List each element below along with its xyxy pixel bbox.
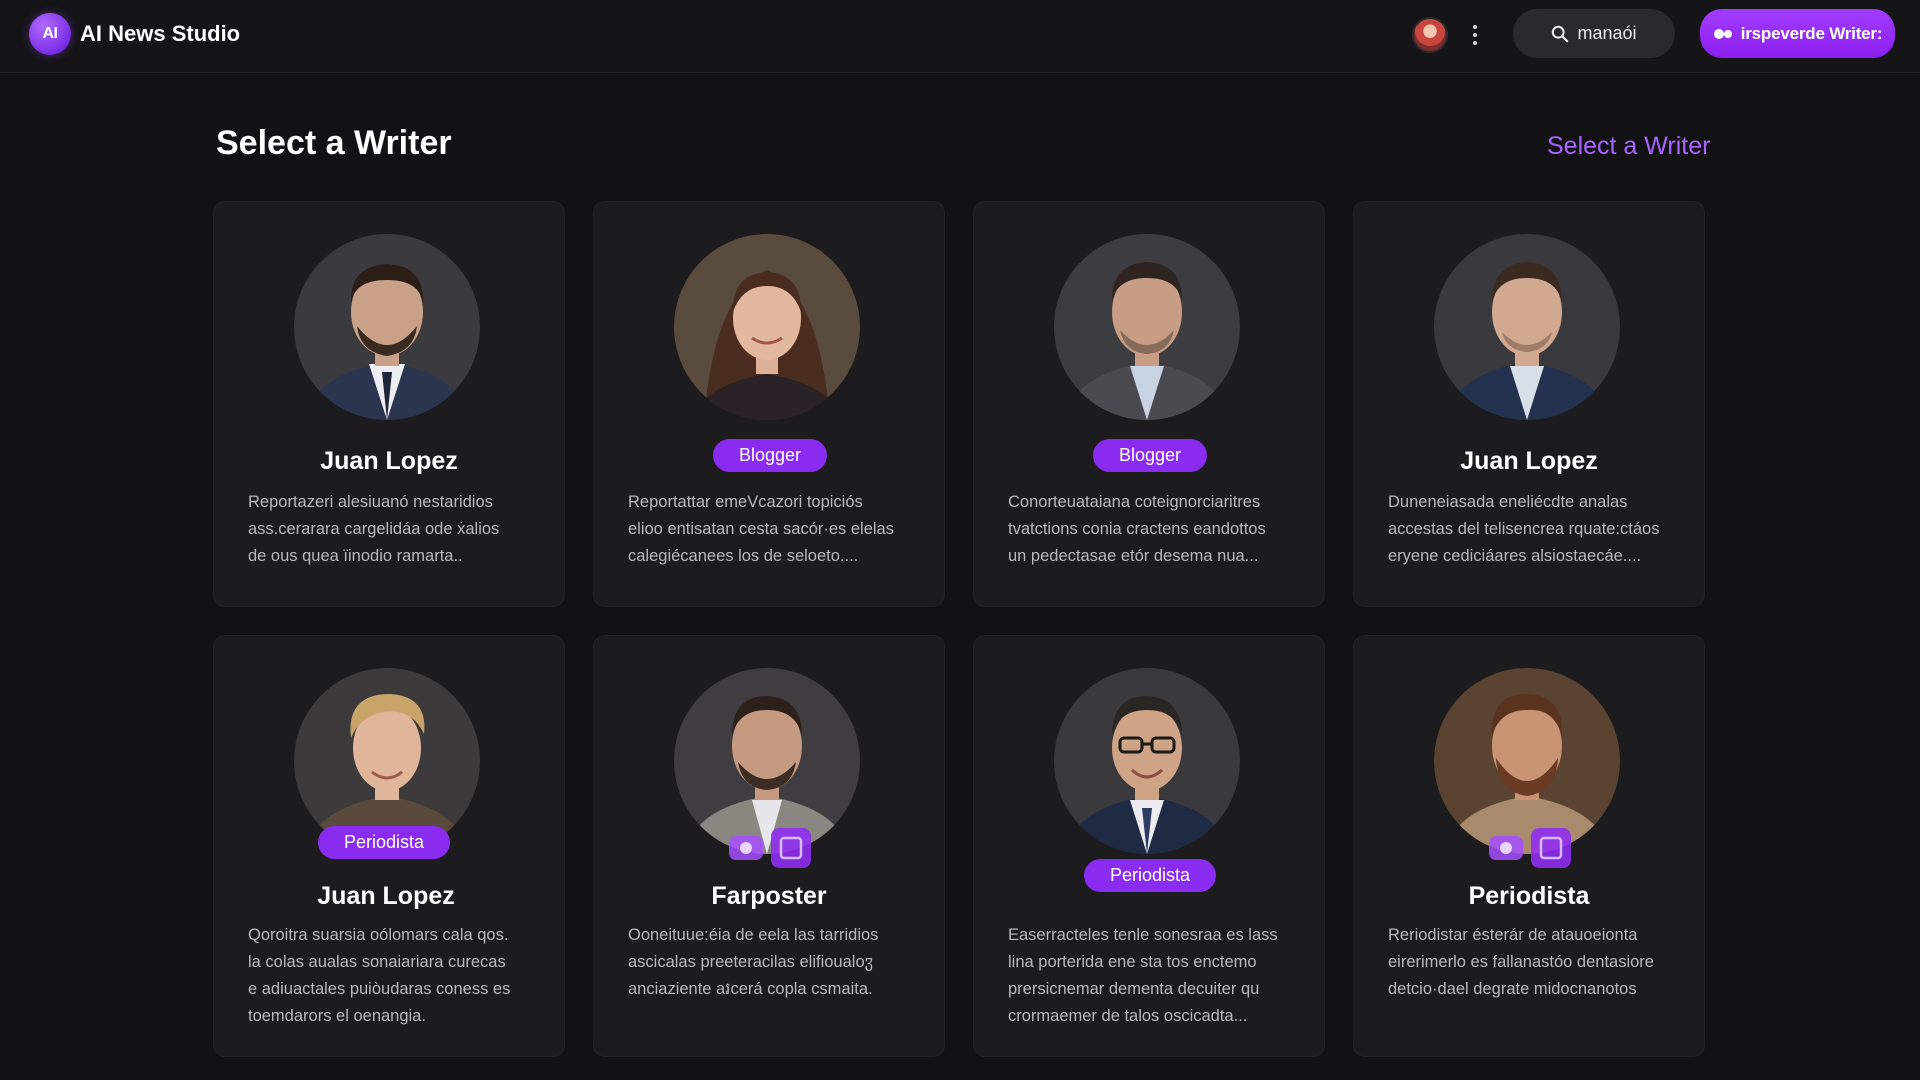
- writer-description: Easerracteles tenle sonesraa es lass lina…: [1008, 926, 1278, 1025]
- writer-role-badge: Blogger: [712, 439, 828, 472]
- writer-photo: [1054, 234, 1240, 420]
- media-icon: [729, 828, 811, 868]
- writer-description: Duneneiasada eneliécdte analas accestas d…: [1388, 493, 1660, 565]
- search-icon: [1552, 25, 1569, 42]
- writer-card[interactable]: Juan Lopez Duneneiasada eneliécdte anala…: [1353, 201, 1705, 607]
- writer-photo: [294, 234, 480, 420]
- brand[interactable]: AI AI News Studio: [29, 13, 240, 55]
- cta-button[interactable]: irspeverde Writer:: [1700, 9, 1895, 58]
- writer-card[interactable]: Blogger Conorteuataiana coteignorciaritr…: [973, 201, 1325, 607]
- writer-description: Conorteuataiana coteignorciaritres tvatct…: [1008, 493, 1266, 565]
- writer-card[interactable]: Farposter Ooneituue:éia de eela las tarr…: [593, 635, 945, 1057]
- search-button[interactable]: manaói: [1513, 9, 1675, 58]
- writer-card[interactable]: Blogger Reportattar emeVcazori topiciós e…: [593, 201, 945, 607]
- search-label: manaói: [1577, 23, 1637, 43]
- media-icon: [1489, 828, 1571, 868]
- writer-card[interactable]: Periodista Juan Lopez Qoroitra suarsia o…: [213, 635, 565, 1057]
- writer-description: Reportazeri alesiuanó nestaridios ass.cer…: [248, 493, 500, 565]
- writer-name: Juan Lopez: [320, 447, 458, 475]
- select-writer-link[interactable]: Select a Writer: [1547, 132, 1710, 161]
- writer-photo: [674, 234, 860, 420]
- cta-label: irspeverde Writer:: [1740, 23, 1883, 43]
- writer-photo: [1054, 668, 1240, 854]
- writer-grid: Juan Lopez Reportazeri alesiuanó nestari…: [213, 201, 1708, 1057]
- writer-name: Juan Lopez: [317, 882, 455, 910]
- writer-name: Farposter: [711, 882, 827, 910]
- writer-description: Reportattar emeVcazori topiciós elioo ent…: [628, 493, 894, 565]
- writer-role-badge: Blogger: [1092, 439, 1208, 472]
- writer-role-badge: Periodista: [317, 826, 451, 859]
- page-title: Select a Writer: [216, 124, 452, 162]
- writer-icon: [1713, 28, 1732, 39]
- app-logo: AI: [29, 13, 71, 55]
- more-options-icon[interactable]: [1466, 20, 1484, 50]
- writer-role-badge: Periodista: [1083, 859, 1217, 892]
- top-bar: AI AI News Studio manaói irspeverde Writ…: [0, 0, 1920, 73]
- writer-card[interactable]: Periodista Reriodistar ésterár de atauoe…: [1353, 635, 1705, 1057]
- user-avatar[interactable]: [1412, 17, 1448, 53]
- writer-description: Qoroitra suarsia oólomars cala qos. la co…: [248, 926, 511, 1025]
- writer-card[interactable]: Juan Lopez Reportazeri alesiuanó nestari…: [213, 201, 565, 607]
- writer-name: Periodista: [1468, 882, 1590, 910]
- writer-card[interactable]: Periodista Easerracteles tenle sonesraa …: [973, 635, 1325, 1057]
- app-title: AI News Studio: [80, 21, 241, 46]
- writer-description: Reriodistar ésterár de atauoeionta eireri…: [1388, 926, 1654, 998]
- writer-description: Ooneituue:éia de eela las tarridios ascic…: [628, 926, 879, 998]
- writer-photo: [1434, 234, 1620, 420]
- writer-name: Juan Lopez: [1460, 447, 1598, 475]
